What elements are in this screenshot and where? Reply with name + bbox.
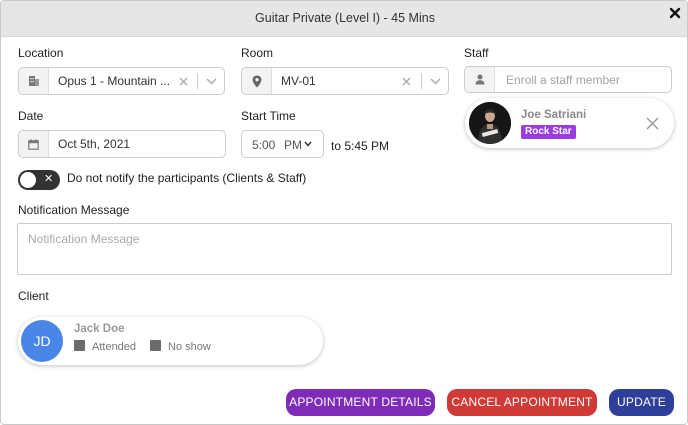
chevron-down-icon[interactable] bbox=[206, 78, 217, 85]
staff-label: Staff bbox=[464, 46, 489, 60]
calendar-icon bbox=[19, 131, 49, 157]
location-select[interactable]: Opus 1 - Mountain ... bbox=[18, 67, 225, 95]
toggle-off-icon: ✕ bbox=[44, 173, 54, 185]
date-picker[interactable]: Oct 5th, 2021 bbox=[18, 130, 226, 158]
no-show-checkbox[interactable] bbox=[150, 340, 161, 351]
start-time-picker[interactable]: 5:00 PM bbox=[241, 130, 324, 158]
separator bbox=[197, 73, 198, 89]
client-avatar: JD bbox=[21, 320, 63, 362]
staff-name: Joe Satriani bbox=[521, 109, 587, 121]
attended-checkbox[interactable] bbox=[74, 340, 85, 351]
staff-badge: Rock Star bbox=[521, 125, 576, 139]
ampm-value: PM bbox=[284, 138, 302, 152]
date-value: Oct 5th, 2021 bbox=[58, 137, 131, 151]
building-icon bbox=[19, 68, 49, 94]
client-card: JD Jack Doe Attended No show bbox=[18, 317, 323, 365]
notification-label: Notification Message bbox=[18, 203, 130, 217]
map-pin-icon bbox=[242, 68, 272, 94]
notification-placeholder: Notification Message bbox=[28, 232, 140, 246]
staff-enroll-input[interactable]: Enroll a staff member bbox=[464, 66, 672, 93]
staff-member-card: Joe Satriani Rock Star bbox=[465, 98, 674, 148]
person-icon bbox=[465, 67, 495, 92]
no-show-label: No show bbox=[168, 341, 211, 353]
staff-placeholder: Enroll a staff member bbox=[506, 73, 620, 87]
dialog-header: Guitar Private (Level I) - 45 Mins bbox=[1, 1, 687, 37]
separator bbox=[421, 73, 422, 89]
update-button[interactable]: UPDATE bbox=[609, 389, 674, 416]
date-label: Date bbox=[18, 109, 44, 123]
client-name: Jack Doe bbox=[74, 323, 125, 335]
notify-toggle[interactable]: ✕ bbox=[18, 170, 60, 190]
attended-label: Attended bbox=[92, 341, 137, 353]
appointment-dialog: Guitar Private (Level I) - 45 Mins Locat… bbox=[0, 0, 688, 425]
chevron-down-icon[interactable] bbox=[430, 78, 441, 85]
end-time-text: to 5:45 PM bbox=[331, 139, 390, 153]
cancel-appointment-button[interactable]: CANCEL APPOINTMENT bbox=[447, 389, 597, 416]
notification-textarea[interactable]: Notification Message bbox=[17, 223, 672, 275]
dialog-title: Guitar Private (Level I) - 45 Mins bbox=[255, 11, 435, 25]
notify-toggle-label: Do not notify the participants (Clients … bbox=[67, 171, 307, 185]
chevron-down-icon[interactable] bbox=[304, 141, 312, 147]
toggle-knob bbox=[20, 172, 36, 188]
start-time-label: Start Time bbox=[241, 109, 296, 123]
remove-staff-icon[interactable] bbox=[646, 117, 659, 130]
room-label: Room bbox=[241, 46, 274, 60]
client-label: Client bbox=[18, 289, 49, 303]
room-select[interactable]: MV-01 bbox=[241, 67, 449, 95]
room-value: MV-01 bbox=[281, 74, 316, 88]
close-icon[interactable] bbox=[668, 6, 682, 20]
staff-avatar bbox=[469, 102, 511, 144]
location-value: Opus 1 - Mountain ... bbox=[58, 74, 170, 88]
clear-icon[interactable] bbox=[179, 77, 188, 86]
appointment-details-button[interactable]: APPOINTMENT DETAILS bbox=[286, 389, 435, 416]
clear-icon[interactable] bbox=[402, 77, 411, 86]
time-value: 5:00 bbox=[252, 138, 276, 152]
location-label: Location bbox=[18, 46, 64, 60]
